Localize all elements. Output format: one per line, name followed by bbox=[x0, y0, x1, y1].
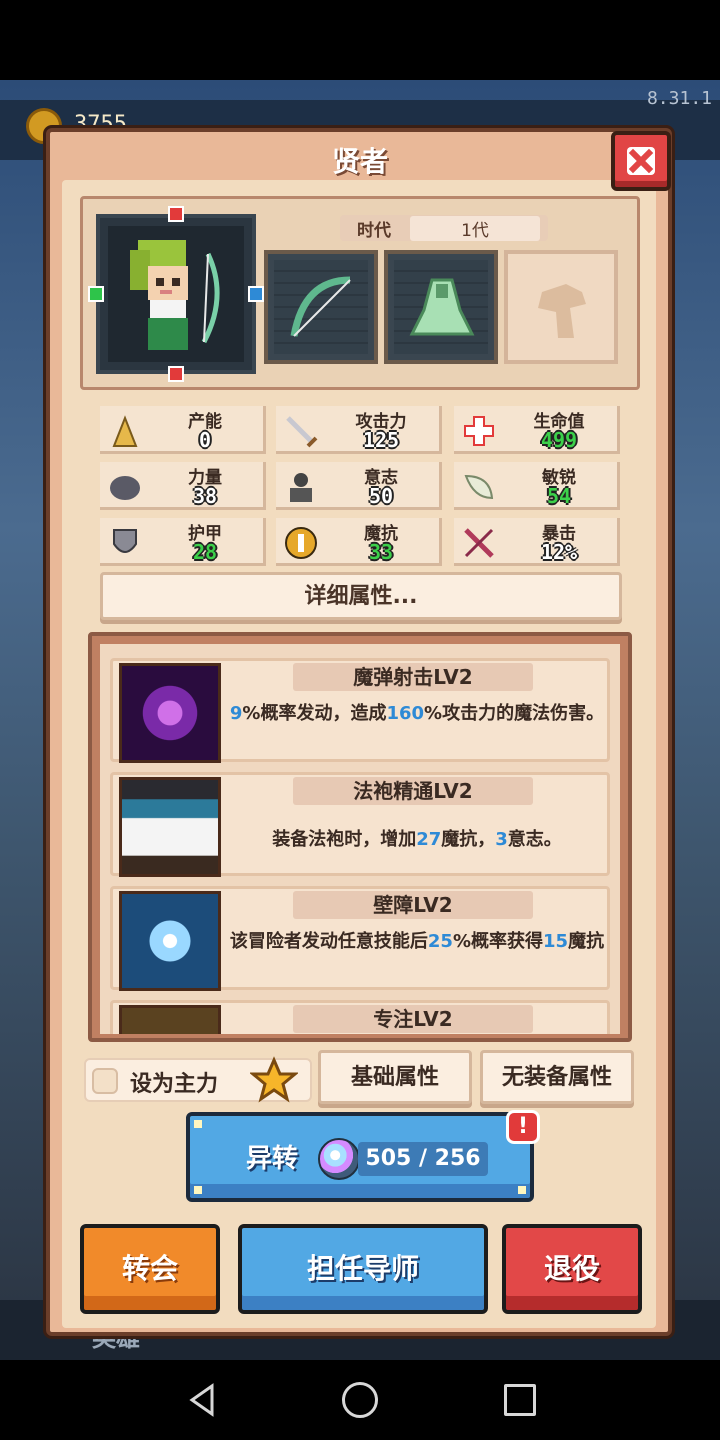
reform-button[interactable]: 异转 505 / 256 bbox=[186, 1112, 534, 1202]
stat-value: 499 bbox=[540, 428, 578, 452]
strength-icon bbox=[110, 476, 140, 500]
stat-cell: 力量 38 bbox=[100, 462, 266, 510]
selection-handle-left[interactable] bbox=[88, 286, 104, 302]
production-icon bbox=[112, 415, 138, 447]
stat-cell: 敏锐 54 bbox=[454, 462, 620, 510]
skill-card[interactable]: 法袍精通LV2 装备法袍时，增加27魔抗，3意志。 bbox=[110, 772, 610, 877]
close-icon bbox=[627, 147, 655, 175]
stat-value: 28 bbox=[192, 540, 218, 564]
stat-value: 125 bbox=[362, 428, 400, 452]
base-attributes-button[interactable]: 基础属性 bbox=[318, 1050, 472, 1104]
sword-icon bbox=[286, 416, 318, 448]
skill-value: 27 bbox=[416, 829, 442, 850]
era-label: 时代 bbox=[357, 221, 391, 241]
skill-description: 装备法袍时，增加27魔抗，3意志。 bbox=[227, 827, 607, 852]
gem-icon bbox=[318, 1138, 360, 1180]
set-main-label: 设为主力 bbox=[130, 1072, 219, 1097]
version-label: 8.31.1 bbox=[646, 88, 712, 109]
mentor-button[interactable]: 担任导师 bbox=[238, 1224, 488, 1314]
skill-focus-icon bbox=[119, 1005, 221, 1034]
button-corner-ornament bbox=[194, 1120, 202, 1128]
set-main-toggle[interactable]: 设为主力 bbox=[84, 1056, 312, 1103]
reform-cost: 505 / 256 bbox=[358, 1142, 488, 1176]
skill-value: 9 bbox=[229, 703, 243, 724]
skills-list[interactable]: 魔弹射击LV2 9%概率发动，造成160%攻击力的魔法伤害。 法袍精通LV2 装… bbox=[88, 632, 632, 1042]
set-main-checkbox[interactable] bbox=[92, 1068, 118, 1094]
button-corner-ornament bbox=[194, 1186, 202, 1194]
button-corner-ornament bbox=[518, 1186, 526, 1194]
skill-barrier-icon bbox=[119, 891, 221, 991]
stat-value: 12% bbox=[540, 540, 578, 564]
stat-value: 38 bbox=[192, 484, 218, 508]
critical-icon bbox=[464, 528, 494, 558]
agility-wing-icon bbox=[464, 474, 494, 500]
skills-list-inner: 魔弹射击LV2 9%概率发动，造成160%攻击力的魔法伤害。 法袍精通LV2 装… bbox=[100, 644, 620, 1034]
skill-card[interactable]: 壁障LV2 该冒险者发动任意技能后25%概率获得15魔抗 bbox=[110, 886, 610, 991]
reform-label: 异转 bbox=[246, 1144, 299, 1174]
robe-icon bbox=[409, 278, 475, 336]
selection-handle-bottom[interactable] bbox=[168, 366, 184, 382]
skill-robe-mastery-icon bbox=[119, 777, 221, 877]
magic-resist-icon bbox=[285, 527, 317, 559]
skill-card[interactable]: 专注LV2 bbox=[110, 1000, 610, 1034]
screen: 3755 8.31.1 英雄 贤者 时代 1代 产能 0 攻击力 125 生命值… bbox=[0, 0, 720, 1440]
empty-slot-silhouette-icon bbox=[538, 284, 586, 338]
selection-handle-top[interactable] bbox=[168, 206, 184, 222]
alert-badge: ! bbox=[506, 1110, 540, 1144]
skill-name: 魔弹射击LV2 bbox=[293, 663, 533, 691]
selection-handle-right[interactable] bbox=[248, 286, 264, 302]
stat-value: 50 bbox=[368, 484, 394, 508]
home-icon[interactable] bbox=[342, 1382, 378, 1418]
skill-name: 壁障LV2 bbox=[293, 891, 533, 919]
skill-text: 该冒险者发动任意技能后 bbox=[229, 931, 428, 952]
stat-cell: 魔抗 33 bbox=[276, 518, 442, 566]
bow-icon bbox=[290, 276, 351, 337]
skill-text: 魔抗， bbox=[441, 829, 496, 850]
equip-slot-accessory[interactable] bbox=[504, 250, 618, 364]
close-button[interactable] bbox=[611, 131, 671, 191]
stat-cell: 护甲 28 bbox=[100, 518, 266, 566]
skill-name: 专注LV2 bbox=[293, 1005, 533, 1033]
recent-apps-icon[interactable] bbox=[504, 1384, 536, 1416]
armor-shield-icon bbox=[113, 529, 137, 553]
stat-cell: 生命值 499 bbox=[454, 406, 620, 454]
skill-name: 法袍精通LV2 bbox=[293, 777, 533, 805]
skill-text: %概率获得 bbox=[452, 931, 544, 952]
retire-button[interactable]: 退役 bbox=[502, 1224, 642, 1314]
skill-text: 魔抗 bbox=[568, 931, 605, 952]
skill-text: %概率发动，造成 bbox=[242, 703, 387, 724]
hero-sprite bbox=[108, 226, 244, 362]
stat-cell: 产能 0 bbox=[100, 406, 266, 454]
skill-text: 意志。 bbox=[507, 829, 562, 850]
skill-text: 装备法袍时，增加 bbox=[272, 829, 417, 850]
stat-cell: 暴击 12% bbox=[454, 518, 620, 566]
skill-value: 160 bbox=[386, 703, 425, 724]
stat-value: 54 bbox=[546, 484, 572, 508]
no-equipment-attributes-button[interactable]: 无装备属性 bbox=[480, 1050, 634, 1104]
detail-attributes-button[interactable]: 详细属性... bbox=[100, 572, 622, 620]
skill-value: 3 bbox=[495, 829, 508, 850]
skill-text: %攻击力的魔法伤害。 bbox=[424, 703, 605, 724]
star-icon bbox=[250, 1056, 298, 1103]
stat-value: 33 bbox=[368, 540, 394, 564]
skill-value: 25 bbox=[427, 931, 453, 952]
back-icon[interactable] bbox=[184, 1382, 220, 1418]
will-icon bbox=[290, 473, 312, 502]
stat-cell: 意志 50 bbox=[276, 462, 442, 510]
skill-magic-missile-icon bbox=[119, 663, 221, 763]
equip-slot-weapon[interactable] bbox=[264, 250, 378, 364]
stat-value: 0 bbox=[198, 428, 212, 452]
skill-description: 该冒险者发动任意技能后25%概率获得15魔抗 bbox=[227, 929, 607, 954]
skill-card[interactable]: 魔弹射击LV2 9%概率发动，造成160%攻击力的魔法伤害。 bbox=[110, 658, 610, 763]
stat-cell: 攻击力 125 bbox=[276, 406, 442, 454]
equip-slot-armor[interactable] bbox=[384, 250, 498, 364]
hero-portrait[interactable] bbox=[96, 214, 256, 374]
skill-description: 9%概率发动，造成160%攻击力的魔法伤害。 bbox=[227, 701, 607, 726]
transfer-button[interactable]: 转会 bbox=[80, 1224, 220, 1314]
health-cross-icon bbox=[464, 416, 494, 446]
skill-value: 15 bbox=[543, 931, 569, 952]
era-value: 1代 bbox=[410, 216, 540, 241]
